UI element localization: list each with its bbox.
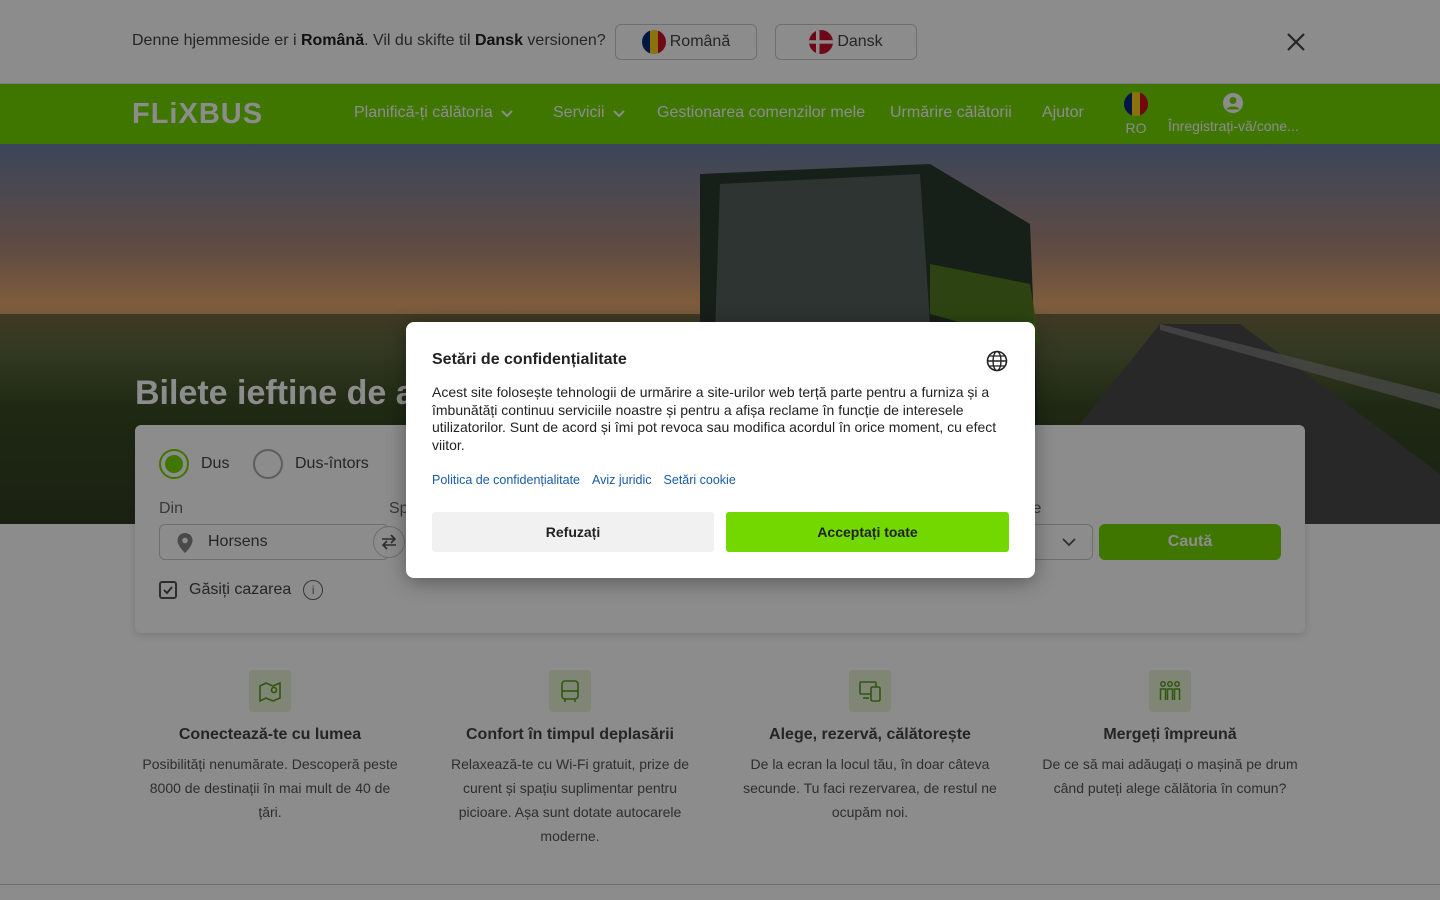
privacy-policy-link[interactable]: Politica de confidențialitate <box>432 473 580 487</box>
accept-all-button[interactable]: Acceptați toate <box>726 512 1009 552</box>
cookie-settings-link[interactable]: Setări cookie <box>664 473 736 487</box>
legal-notice-link[interactable]: Aviz juridic <box>592 473 652 487</box>
dialog-title: Setări de confidențialitate <box>432 351 627 368</box>
dialog-links: Politica de confidențialitate Aviz jurid… <box>432 473 736 487</box>
dialog-description: Acest site folosește tehnologii de urmăr… <box>432 384 997 453</box>
refuse-button[interactable]: Refuzați <box>432 512 714 552</box>
globe-icon[interactable] <box>986 350 1008 372</box>
privacy-settings-dialog: Setări de confidențialitate Acest site f… <box>406 322 1035 578</box>
